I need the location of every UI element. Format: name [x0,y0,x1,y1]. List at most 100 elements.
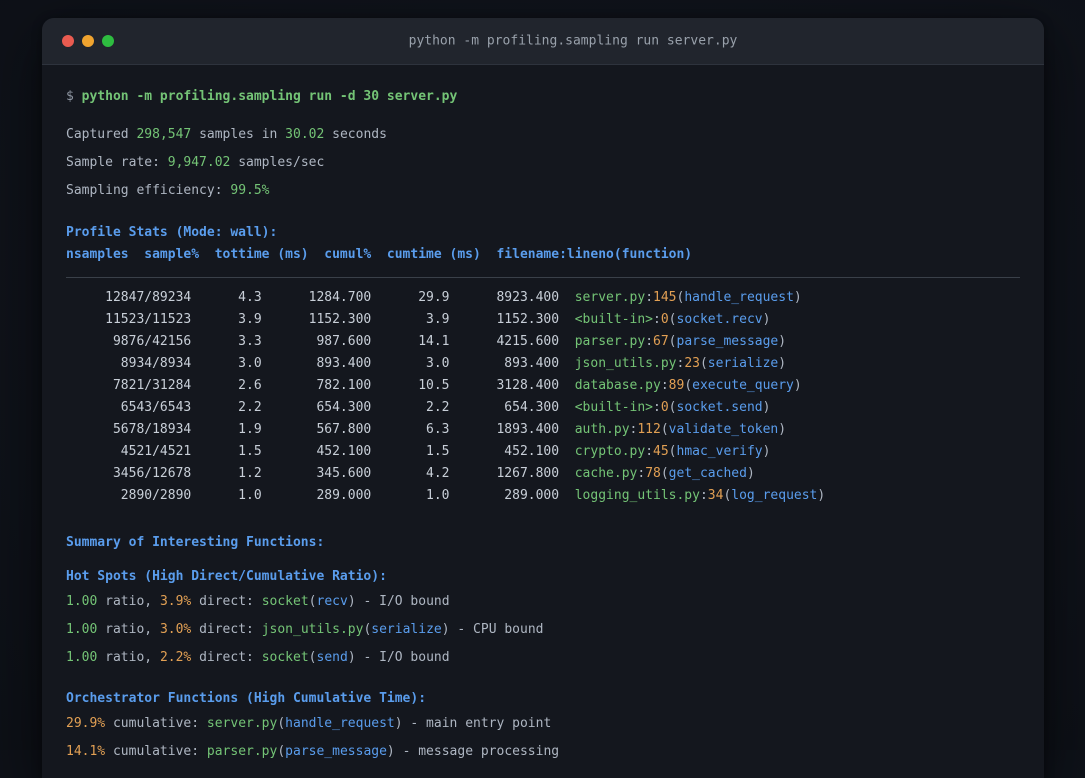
terminal-text: ( [660,422,669,437]
terminal-text: 7821/31284 2.6 782.100 10.5 3128.400 [66,378,575,393]
terminal-text: : [660,378,669,393]
terminal-text: 0 [660,400,669,415]
terminal-text: parser.py [574,334,646,349]
terminal-text: ) [793,378,802,393]
terminal-text: 298,547 [136,127,192,142]
terminal-text: 3456/12678 1.2 345.600 4.2 1267.800 [66,466,575,481]
terminal-text: Profile Stats (Mode: wall): [66,225,278,240]
orchestrator-line: 14.1% cumulative: parser.py(parse_messag… [66,744,1020,760]
terminal-text: 14.1% [66,744,106,759]
terminal-text: 9876/42156 3.3 987.600 14.1 4215.600 [66,334,575,349]
terminal-text: 2.2% [159,650,192,665]
terminal-text: $ [66,89,82,104]
terminal-text: : [645,290,654,305]
terminal-text: database.py [574,378,661,393]
table-row: 9876/42156 3.3 987.600 14.1 4215.600 par… [66,334,1020,350]
terminal-text: Sampling efficiency: [66,183,231,198]
terminal-text: ( [308,650,317,665]
terminal-text: 1.00 [66,650,98,665]
terminal-text: ( [668,334,677,349]
terminal-text: 11523/11523 3.9 1152.300 3.9 1152.300 [66,312,575,327]
terminal-text: Orchestrator Functions (High Cumulative … [66,691,427,706]
terminal-text: execute_query [692,378,794,393]
terminal-text: ( [660,466,669,481]
table-row: 3456/12678 1.2 345.600 4.2 1267.800 cach… [66,466,1020,482]
terminal-text: ratio, [97,622,160,637]
terminal-text: samples in [191,127,286,142]
terminal-text: ratio, [97,650,160,665]
table-header: nsamples sample% tottime (ms) cumul% cum… [66,247,1020,263]
terminal-text: ) [817,488,826,503]
terminal-text: 30.02 [285,127,325,142]
terminal-text: python -m profiling.sampling run -d 30 s… [81,89,458,104]
terminal-text: ( [668,400,677,415]
terminal-window: python -m profiling.sampling run server.… [42,18,1044,778]
table-row: 2890/2890 1.0 289.000 1.0 289.000 loggin… [66,488,1020,504]
close-button[interactable] [62,35,74,47]
terminal-text: validate_token [668,422,779,437]
terminal-text: log_request [731,488,818,503]
terminal-text: direct: [191,594,262,609]
terminal-text: 29.9% [66,716,106,731]
terminal-text: ) [746,466,755,481]
terminal-text: 145 [653,290,677,305]
terminal-text: cache.py [574,466,638,481]
hotspot-line: 1.00 ratio, 3.0% direct: json_utils.py(s… [66,622,1020,638]
terminal-text: samples/sec [230,155,325,170]
terminal-text: 12847/89234 4.3 1284.700 29.9 8923.400 [66,290,575,305]
terminal-text: serialize [371,622,442,637]
terminal-text: Hot Spots (High Direct/Cumulative Ratio)… [66,569,387,584]
terminal-text: socket.recv [676,312,763,327]
terminal-text: : [653,312,661,327]
terminal-text: cumulative: [105,744,207,759]
terminal-text: 3.9% [159,594,192,609]
terminal-text: <built-in> [574,312,654,327]
terminal-text: Captured [66,127,137,142]
terminal-text: 3.0% [159,622,192,637]
efficiency-line: Sampling efficiency: 99.5% [66,183,1020,199]
captured-line: Captured 298,547 samples in 30.02 second… [66,127,1020,143]
terminal-text: ) - CPU bound [441,622,544,637]
terminal-text: json_utils.py [574,356,677,371]
terminal-text: handle_request [285,716,395,731]
terminal-text: seconds [324,127,387,142]
profile-stats-heading: Profile Stats (Mode: wall): [66,225,1020,241]
terminal-text: 5678/18934 1.9 567.800 6.3 1893.400 [66,422,575,437]
terminal-text: ) - message processing [386,744,560,759]
minimize-button[interactable] [82,35,94,47]
terminal-text: 112 [637,422,661,437]
terminal-text: : [645,444,654,459]
terminal-text: crypto.py [574,444,646,459]
table-row: 12847/89234 4.3 1284.700 29.9 8923.400 s… [66,290,1020,306]
terminal-text: 0 [660,312,669,327]
terminal-text: 67 [653,334,669,349]
orchestrator-heading: Orchestrator Functions (High Cumulative … [66,691,1020,707]
terminal-content: $ python -m profiling.sampling run -d 30… [42,65,1044,760]
terminal-text: ( [277,716,286,731]
terminal-text: ( [668,444,677,459]
terminal-text: cumulative: [105,716,207,731]
terminal-text: 45 [653,444,669,459]
terminal-text: ) - I/O bound [347,594,450,609]
terminal-text: ( [684,378,693,393]
terminal-text: ratio, [97,594,160,609]
table-row: 4521/4521 1.5 452.100 1.5 452.100 crypto… [66,444,1020,460]
titlebar: python -m profiling.sampling run server.… [42,18,1044,65]
terminal-text: <built-in> [574,400,654,415]
terminal-text: ) - main entry point [394,716,552,731]
terminal-text: direct: [191,622,262,637]
table-row: 8934/8934 3.0 893.400 3.0 893.400 json_u… [66,356,1020,372]
terminal-text: ) [778,356,787,371]
terminal-text: 78 [645,466,661,481]
terminal-text: : [653,400,661,415]
table-divider [66,277,1020,278]
terminal-text: get_cached [668,466,747,481]
terminal-text: ) [762,312,771,327]
terminal-text: : [699,488,708,503]
terminal-text: 89 [668,378,685,393]
sample-rate-line: Sample rate: 9,947.02 samples/sec [66,155,1020,171]
terminal-text: auth.py [574,422,630,437]
terminal-text: 1.00 [66,622,98,637]
terminal-text: 34 [707,488,724,503]
hotspots-heading: Hot Spots (High Direct/Cumulative Ratio)… [66,569,1020,585]
